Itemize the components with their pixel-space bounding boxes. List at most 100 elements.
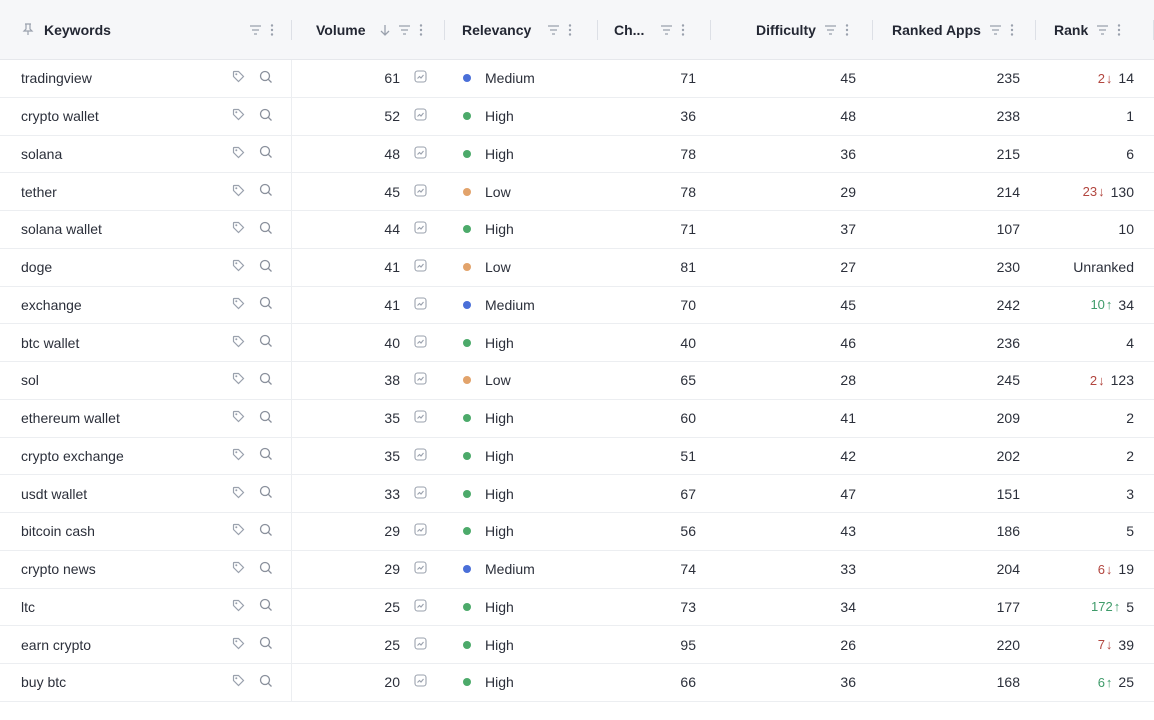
column-header-ranked-apps[interactable]: Ranked Apps bbox=[873, 0, 1036, 60]
tag-icon[interactable] bbox=[232, 561, 245, 577]
trend-chart-icon[interactable] bbox=[414, 561, 427, 577]
kebab-menu-icon[interactable] bbox=[681, 23, 685, 36]
pin-icon[interactable] bbox=[22, 23, 34, 36]
table-row[interactable]: doge 41 Low 81 27 230 Unranked bbox=[0, 248, 1154, 287]
keyword-cell[interactable]: crypto exchange bbox=[0, 437, 292, 475]
trend-chart-icon[interactable] bbox=[414, 297, 427, 313]
table-row[interactable]: crypto exchange 35 High 51 42 202 2 bbox=[0, 437, 1154, 476]
table-row[interactable]: ltc 25 High 73 34 177 172↑ 5 bbox=[0, 588, 1154, 627]
keyword-cell[interactable]: doge bbox=[0, 248, 292, 286]
trend-chart-icon[interactable] bbox=[414, 184, 427, 200]
tag-icon[interactable] bbox=[232, 523, 245, 539]
table-row[interactable]: exchange 41 Medium 70 45 242 10↑ 34 bbox=[0, 286, 1154, 325]
search-icon[interactable] bbox=[259, 636, 273, 653]
column-header-difficulty[interactable]: Difficulty bbox=[711, 0, 873, 60]
filter-icon[interactable] bbox=[989, 24, 1002, 35]
tag-icon[interactable] bbox=[232, 70, 245, 86]
search-icon[interactable] bbox=[259, 259, 273, 276]
trend-chart-icon[interactable] bbox=[414, 486, 427, 502]
trend-chart-icon[interactable] bbox=[414, 372, 427, 388]
search-icon[interactable] bbox=[259, 447, 273, 464]
trend-chart-icon[interactable] bbox=[414, 448, 427, 464]
table-row[interactable]: tether 45 Low 78 29 214 23↓ 130 bbox=[0, 173, 1154, 211]
keyword-cell[interactable]: solana wallet bbox=[0, 211, 292, 248]
table-row[interactable]: ethereum wallet 35 High 60 41 209 2 bbox=[0, 399, 1154, 438]
tag-icon[interactable] bbox=[232, 335, 245, 351]
keyword-cell[interactable]: ethereum wallet bbox=[0, 399, 292, 437]
filter-icon[interactable] bbox=[660, 24, 673, 35]
search-icon[interactable] bbox=[259, 221, 273, 238]
table-row[interactable]: sol 38 Low 65 28 245 2↓ 123 bbox=[0, 362, 1154, 400]
tag-icon[interactable] bbox=[232, 146, 245, 162]
filter-icon[interactable] bbox=[547, 24, 560, 35]
kebab-menu-icon[interactable] bbox=[270, 23, 274, 36]
tag-icon[interactable] bbox=[232, 221, 245, 237]
kebab-menu-icon[interactable] bbox=[1010, 23, 1014, 36]
keyword-cell[interactable]: tether bbox=[0, 173, 292, 210]
keyword-cell[interactable]: crypto wallet bbox=[0, 97, 292, 135]
trend-chart-icon[interactable] bbox=[414, 335, 427, 351]
search-icon[interactable] bbox=[259, 598, 273, 615]
filter-icon[interactable] bbox=[824, 24, 837, 35]
trend-chart-icon[interactable] bbox=[414, 108, 427, 124]
trend-chart-icon[interactable] bbox=[414, 637, 427, 653]
kebab-menu-icon[interactable] bbox=[419, 23, 423, 36]
search-icon[interactable] bbox=[259, 523, 273, 540]
keyword-cell[interactable]: ltc bbox=[0, 588, 292, 626]
search-icon[interactable] bbox=[259, 410, 273, 427]
keyword-cell[interactable]: tradingview bbox=[0, 60, 292, 97]
table-row[interactable]: buy btc 20 High 66 36 168 6↑ 25 bbox=[0, 664, 1154, 702]
search-icon[interactable] bbox=[259, 485, 273, 502]
keyword-cell[interactable]: usdt wallet bbox=[0, 475, 292, 512]
filter-icon[interactable] bbox=[1096, 24, 1109, 35]
search-icon[interactable] bbox=[259, 108, 273, 125]
table-row[interactable]: btc wallet 40 High 40 46 236 4 bbox=[0, 324, 1154, 362]
keyword-cell[interactable]: earn crypto bbox=[0, 626, 292, 663]
keyword-cell[interactable]: exchange bbox=[0, 286, 292, 324]
trend-chart-icon[interactable] bbox=[414, 259, 427, 275]
trend-chart-icon[interactable] bbox=[414, 523, 427, 539]
tag-icon[interactable] bbox=[232, 259, 245, 275]
search-icon[interactable] bbox=[259, 372, 273, 389]
search-icon[interactable] bbox=[259, 296, 273, 313]
tag-icon[interactable] bbox=[232, 184, 245, 200]
trend-chart-icon[interactable] bbox=[414, 70, 427, 86]
table-row[interactable]: solana wallet 44 High 71 37 107 10 bbox=[0, 211, 1154, 249]
column-header-volume[interactable]: Volume bbox=[292, 0, 445, 60]
search-icon[interactable] bbox=[259, 674, 273, 691]
tag-icon[interactable] bbox=[232, 486, 245, 502]
trend-chart-icon[interactable] bbox=[414, 410, 427, 426]
table-row[interactable]: tradingview 61 Medium 71 45 235 2↓ 14 bbox=[0, 60, 1154, 98]
search-icon[interactable] bbox=[259, 70, 273, 87]
table-row[interactable]: crypto news 29 Medium 74 33 204 6↓ 19 bbox=[0, 550, 1154, 589]
trend-chart-icon[interactable] bbox=[414, 221, 427, 237]
table-row[interactable]: solana 48 High 78 36 215 6 bbox=[0, 135, 1154, 174]
table-row[interactable]: bitcoin cash 29 High 56 43 186 5 bbox=[0, 513, 1154, 551]
trend-chart-icon[interactable] bbox=[414, 674, 427, 690]
tag-icon[interactable] bbox=[232, 297, 245, 313]
keyword-cell[interactable]: solana bbox=[0, 135, 292, 173]
column-header-rank[interactable]: Rank bbox=[1036, 0, 1154, 60]
filter-icon[interactable] bbox=[398, 24, 411, 35]
kebab-menu-icon[interactable] bbox=[845, 23, 849, 36]
search-icon[interactable] bbox=[259, 183, 273, 200]
tag-icon[interactable] bbox=[232, 410, 245, 426]
keyword-cell[interactable]: buy btc bbox=[0, 664, 292, 701]
tag-icon[interactable] bbox=[232, 448, 245, 464]
search-icon[interactable] bbox=[259, 334, 273, 351]
tag-icon[interactable] bbox=[232, 637, 245, 653]
kebab-menu-icon[interactable] bbox=[568, 23, 572, 36]
search-icon[interactable] bbox=[259, 145, 273, 162]
search-icon[interactable] bbox=[259, 561, 273, 578]
sort-down-icon[interactable] bbox=[380, 24, 390, 36]
keyword-cell[interactable]: bitcoin cash bbox=[0, 513, 292, 550]
trend-chart-icon[interactable] bbox=[414, 599, 427, 615]
table-row[interactable]: earn crypto 25 High 95 26 220 7↓ 39 bbox=[0, 626, 1154, 664]
tag-icon[interactable] bbox=[232, 674, 245, 690]
column-header-keywords[interactable]: Keywords bbox=[0, 0, 292, 60]
table-row[interactable]: usdt wallet 33 High 67 47 151 3 bbox=[0, 475, 1154, 513]
column-header-chance[interactable]: Ch... bbox=[598, 0, 711, 60]
keyword-cell[interactable]: crypto news bbox=[0, 550, 292, 588]
keyword-cell[interactable]: sol bbox=[0, 362, 292, 399]
trend-chart-icon[interactable] bbox=[414, 146, 427, 162]
